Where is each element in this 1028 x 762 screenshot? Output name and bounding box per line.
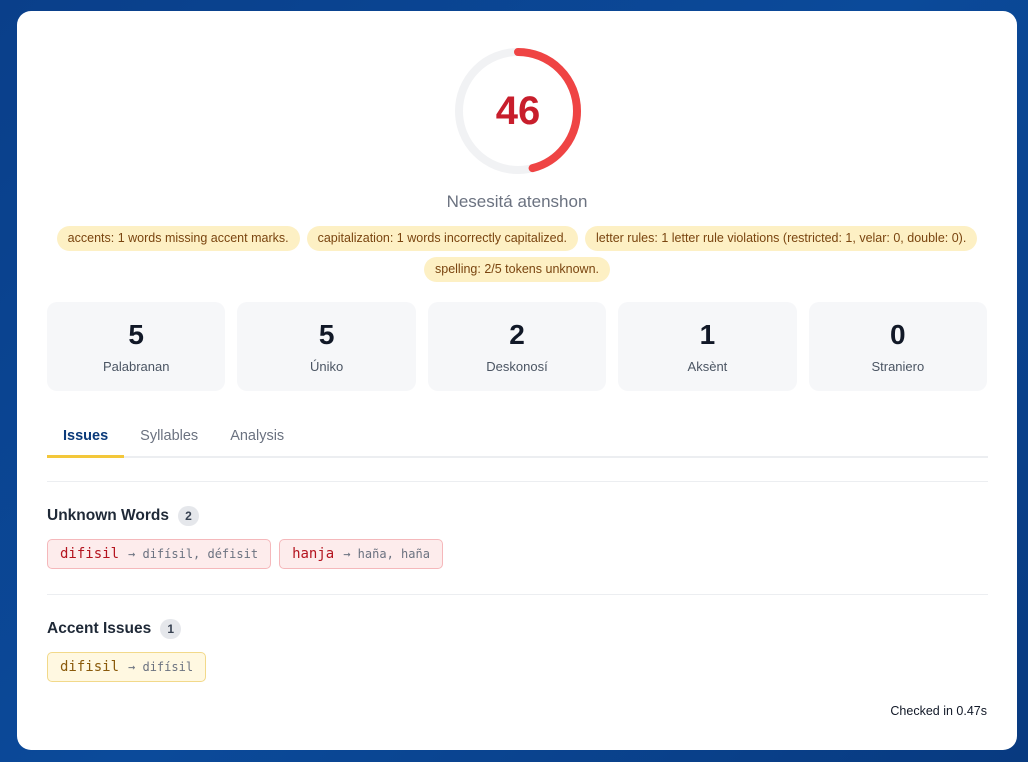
stat-label: Aksènt [687, 359, 728, 374]
tab-analysis[interactable]: Analysis [214, 421, 300, 456]
unknown-words-title: Unknown Words [47, 507, 169, 524]
score-value: 46 [495, 88, 541, 133]
chip-word: hanja [292, 546, 335, 562]
stat-label: Straniero [871, 359, 925, 374]
stat-words: 5 Palabranan [47, 302, 226, 391]
stat-value: 2 [509, 319, 525, 350]
chip-word: difisil [60, 546, 120, 562]
unknown-words-count-badge: 2 [178, 506, 199, 526]
chip-suggestions: → difísil [128, 660, 194, 674]
stat-foreign: 0 Straniero [808, 302, 988, 391]
stats-row: 5 Palabranan 5 Úniko 2 Deskonosí 1 Aksèn… [47, 302, 988, 391]
chip-word: difisil [60, 659, 120, 675]
stat-label: Palabranan [102, 359, 170, 374]
issue-pill-spelling: spelling: 2/5 tokens unknown. [424, 257, 610, 282]
chip-suggestions: → difísil, défisit [128, 547, 259, 561]
results-card: 46 Nesesitá atenshon accents: 1 words mi… [17, 11, 1017, 750]
stat-unknown: 2 Deskonosí [427, 302, 607, 391]
accent-issues-count-badge: 1 [160, 619, 182, 639]
issue-summary: accents: 1 words missing accent marks. c… [37, 226, 997, 282]
stat-label: Úniko [309, 359, 344, 374]
tab-issues[interactable]: Issues [47, 421, 125, 458]
tab-bar: Issues Syllables Analysis [47, 421, 988, 458]
tab-syllables[interactable]: Syllables [124, 421, 214, 456]
unknown-words-list: difisil → difísil, défisit hanja → haña,… [47, 539, 443, 569]
section-divider [47, 481, 988, 482]
stat-accent: 1 Aksènt [618, 302, 797, 391]
unknown-words-heading: Unknown Words 2 [47, 506, 199, 526]
issue-pill-letter-rules: letter rules: 1 letter rule violations (… [585, 226, 978, 251]
score-gauge: 46 [451, 44, 585, 178]
stat-value: 5 [318, 319, 335, 350]
accent-issues-title: Accent Issues [47, 620, 152, 637]
stat-value: 5 [128, 319, 144, 350]
unknown-word-chip[interactable]: difisil → difísil, défisit [47, 539, 272, 569]
accent-issues-list: difisil → difísil [47, 652, 207, 682]
check-duration: Checked in 0.47s [890, 704, 987, 718]
accent-issues-heading: Accent Issues 1 [47, 619, 182, 639]
stat-unique: 5 Úniko [237, 302, 416, 391]
section-divider [47, 594, 988, 595]
issue-pill-accents: accents: 1 words missing accent marks. [56, 226, 300, 251]
accent-issue-chip[interactable]: difisil → difísil [47, 652, 207, 682]
chip-suggestions: → haña, haña [343, 547, 430, 561]
stat-value: 1 [699, 319, 716, 350]
unknown-word-chip[interactable]: hanja → haña, haña [279, 539, 443, 569]
score-status: Nesesitá atenshon [446, 192, 588, 211]
issue-pill-capitalization: capitalization: 1 words incorrectly capi… [306, 226, 579, 251]
stat-value: 0 [890, 319, 906, 350]
stat-label: Deskonosí [486, 359, 548, 374]
